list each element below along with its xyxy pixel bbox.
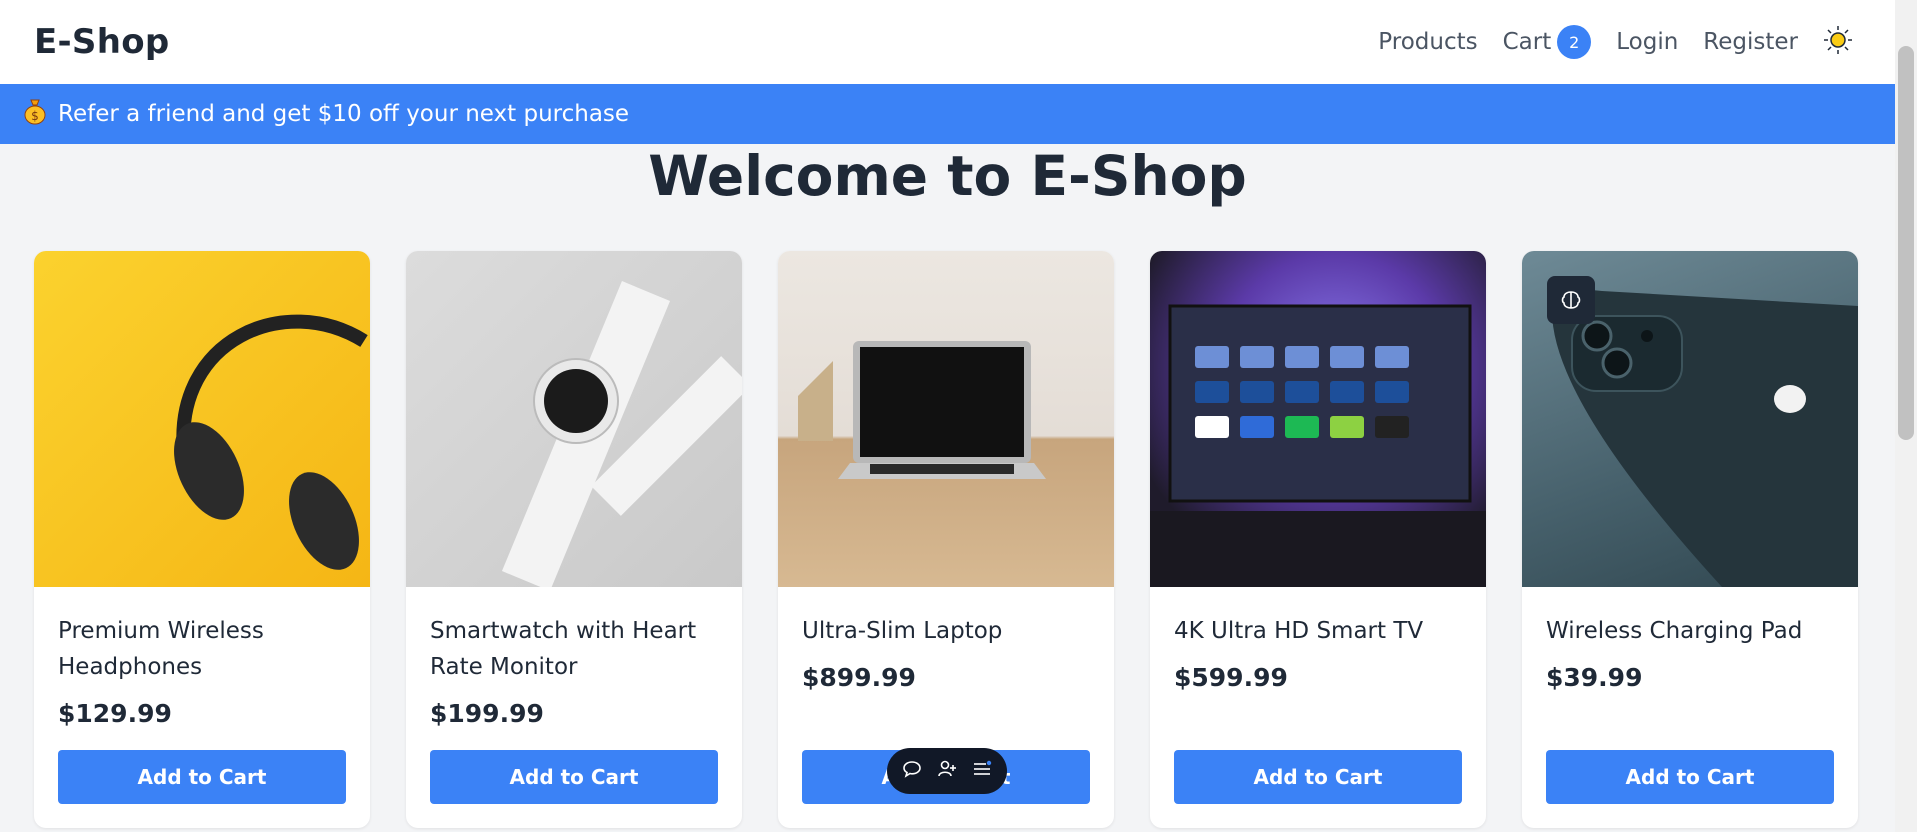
sun-icon[interactable] [1823,25,1853,60]
product-card-body: Smartwatch with Heart Rate Monitor $199.… [406,587,742,828]
product-price: $599.99 [1174,663,1288,692]
product-card: Ultra-Slim Laptop $899.99 Add to Cart [778,251,1114,828]
scrollbar-thumb[interactable] [1898,46,1914,440]
money-bag-icon: $ [22,97,48,132]
page-title: Welcome to E-Shop [648,144,1247,208]
product-image[interactable] [1150,251,1486,587]
nav-link-products[interactable]: Products [1378,29,1477,55]
product-card: Smartwatch with Heart Rate Monitor $199.… [406,251,742,828]
product-image[interactable] [1522,251,1858,587]
add-to-cart-button[interactable]: Add to Cart [58,750,346,804]
page-scrollbar[interactable] [1895,0,1917,832]
product-name[interactable]: Premium Wireless Headphones [58,613,346,685]
product-grid: Premium Wireless Headphones $129.99 Add … [34,251,1858,828]
nav-links: Products Cart 2 Login Register [1378,25,1853,60]
menu-icon[interactable] [972,759,992,784]
floating-toolbar [887,748,1007,794]
add-to-cart-button[interactable]: Add to Cart [430,750,718,804]
add-to-cart-button[interactable]: Add to Cart [1546,750,1834,804]
product-card: Premium Wireless Headphones $129.99 Add … [34,251,370,828]
nav-link-login[interactable]: Login [1616,29,1678,55]
product-card: 4K Ultra HD Smart TV $599.99 Add to Cart [1150,251,1486,828]
product-card-body: Wireless Charging Pad $39.99 Add to Cart [1522,587,1858,828]
product-price: $899.99 [802,663,916,692]
product-price: $39.99 [1546,663,1643,692]
add-to-cart-button[interactable]: Add to Cart [1174,750,1462,804]
product-card-body: 4K Ultra HD Smart TV $599.99 Add to Cart [1150,587,1486,828]
add-user-icon[interactable] [937,759,957,784]
product-image[interactable] [406,251,742,587]
promo-banner: $ Refer a friend and get $10 off your ne… [0,84,1895,144]
cart-count-badge: 2 [1557,25,1592,59]
product-price: $199.99 [430,699,544,728]
product-price: $129.99 [58,699,172,728]
top-navbar: E-Shop Products Cart 2 Login Register [0,0,1895,84]
chat-icon[interactable] [902,759,922,784]
product-card-body: Premium Wireless Headphones $129.99 Add … [34,587,370,828]
product-image[interactable] [34,251,370,587]
nav-link-cart-label: Cart [1502,29,1552,55]
nav-link-cart[interactable]: Cart 2 [1503,25,1592,59]
product-name[interactable]: 4K Ultra HD Smart TV [1174,613,1462,649]
product-name[interactable]: Smartwatch with Heart Rate Monitor [430,613,718,685]
product-name[interactable]: Ultra-Slim Laptop [802,613,1090,649]
product-image[interactable] [778,251,1114,587]
svg-text:$: $ [31,109,39,123]
product-name[interactable]: Wireless Charging Pad [1546,613,1834,649]
brain-icon[interactable] [1547,276,1595,324]
product-card: Wireless Charging Pad $39.99 Add to Cart [1522,251,1858,828]
brand-logo[interactable]: E-Shop [34,22,170,62]
nav-link-register[interactable]: Register [1703,29,1798,55]
promo-text: Refer a friend and get $10 off your next… [58,101,630,127]
